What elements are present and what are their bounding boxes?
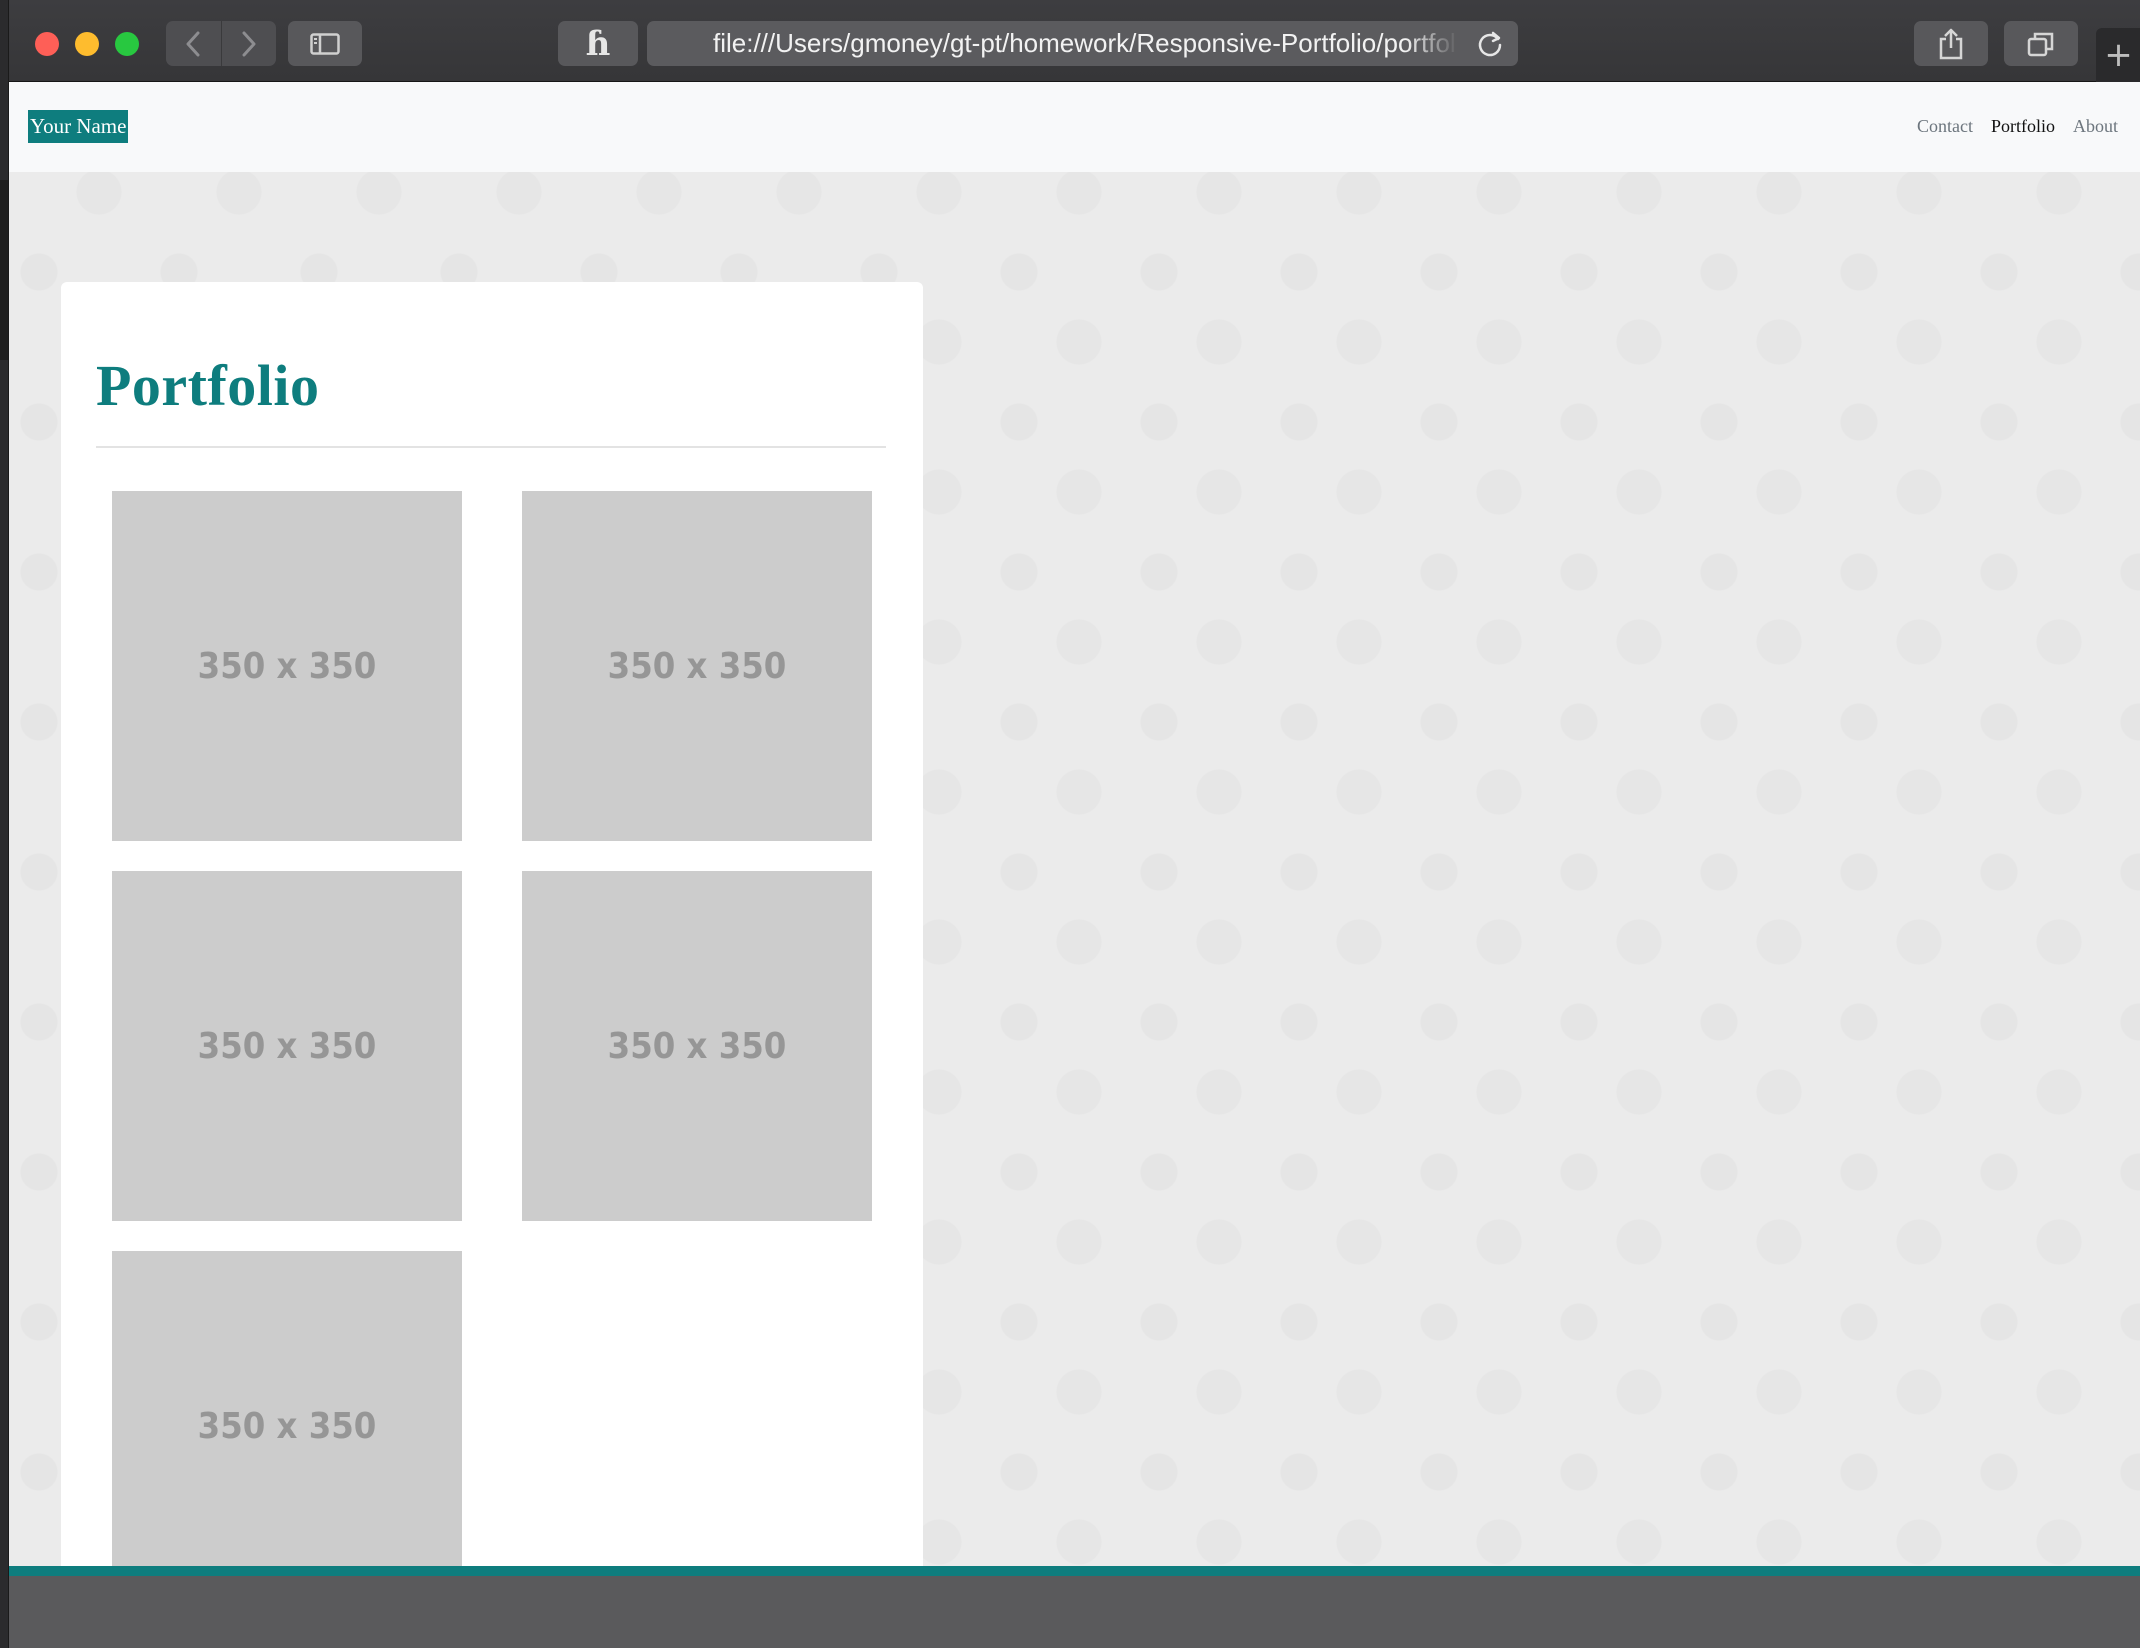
portfolio-card: Portfolio 350 x 350 350 x 350 350 x 350 … xyxy=(61,282,923,1601)
extension-button[interactable]: ɦ xyxy=(558,21,638,66)
share-icon xyxy=(1939,28,1963,59)
close-window-button[interactable] xyxy=(35,32,59,56)
site-navbar: Your Name Contact Portfolio About xyxy=(9,82,2140,172)
nav-link-contact[interactable]: Contact xyxy=(1917,116,1973,137)
forward-button[interactable] xyxy=(220,21,277,66)
reload-button[interactable] xyxy=(1476,30,1504,65)
address-url: file:///Users/gmoney/gt-pt/homework/Resp… xyxy=(713,28,1458,58)
chevron-right-icon xyxy=(242,31,256,56)
tabs-overview-icon xyxy=(2027,32,2054,56)
portfolio-thumbnail[interactable]: 350 x 350 xyxy=(112,491,462,841)
background-window-edge xyxy=(0,180,8,360)
portfolio-thumbnail[interactable]: 350 x 350 xyxy=(112,1251,462,1601)
minimize-window-button[interactable] xyxy=(75,32,99,56)
web-page: Your Name Contact Portfolio About Portfo… xyxy=(9,82,2140,1648)
back-button[interactable] xyxy=(166,21,221,66)
sidebar-toggle-button[interactable] xyxy=(288,21,362,66)
nav-link-about[interactable]: About xyxy=(2073,116,2118,137)
site-footer xyxy=(9,1576,2140,1648)
zoom-window-button[interactable] xyxy=(115,32,139,56)
plus-icon: + xyxy=(2104,35,2133,75)
nav-links: Contact Portfolio About xyxy=(1917,116,2118,137)
footer-accent-stripe xyxy=(9,1566,2140,1576)
extension-icon: ɦ xyxy=(585,23,611,64)
browser-window: ɦ file:///Users/gmoney/gt-pt/homework/Re… xyxy=(8,0,2140,1648)
page-title: Portfolio xyxy=(96,353,320,418)
portfolio-thumbnail[interactable]: 350 x 350 xyxy=(522,491,872,841)
address-bar[interactable]: file:///Users/gmoney/gt-pt/homework/Resp… xyxy=(647,21,1518,66)
browser-toolbar: ɦ file:///Users/gmoney/gt-pt/homework/Re… xyxy=(9,0,2140,82)
nav-link-portfolio[interactable]: Portfolio xyxy=(1991,116,2055,137)
sidebar-icon xyxy=(310,32,340,55)
portfolio-thumbnail[interactable]: 350 x 350 xyxy=(522,871,872,1221)
tab-overview-button[interactable] xyxy=(2004,21,2078,66)
share-button[interactable] xyxy=(1914,21,1988,66)
history-nav xyxy=(166,21,276,66)
title-divider xyxy=(96,446,886,448)
reload-icon xyxy=(1478,31,1502,57)
portfolio-thumbnail[interactable]: 350 x 350 xyxy=(112,871,462,1221)
new-tab-button[interactable]: + xyxy=(2096,28,2140,82)
chevron-left-icon xyxy=(186,31,200,56)
brand-link[interactable]: Your Name xyxy=(28,110,129,143)
